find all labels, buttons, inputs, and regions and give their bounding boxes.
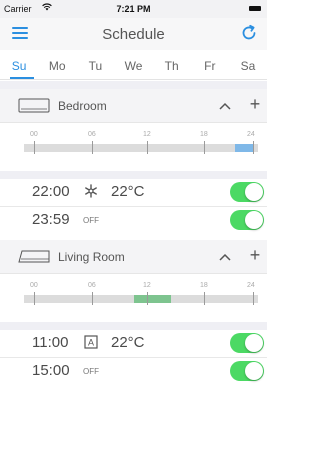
tick-mark bbox=[253, 292, 254, 305]
entry-temperature: 22°C bbox=[111, 183, 145, 200]
air-conditioner-icon bbox=[18, 98, 50, 113]
tick-label: 12 bbox=[143, 131, 151, 138]
entry-off-label: OFF bbox=[83, 367, 99, 376]
tick-label: 18 bbox=[200, 282, 208, 289]
tab-we[interactable]: We bbox=[114, 50, 152, 79]
tick-label: 00 bbox=[30, 282, 38, 289]
tick-label: 00 bbox=[30, 131, 38, 138]
schedule-segment bbox=[134, 295, 171, 303]
clock: 7:21 PM bbox=[116, 4, 151, 14]
tick-label: 06 bbox=[88, 282, 96, 289]
schedule-entry[interactable]: 23:59 OFF bbox=[0, 207, 267, 234]
timeline-bedroom: 00 06 12 18 24 bbox=[0, 123, 267, 171]
auto-mode-icon: A bbox=[84, 335, 98, 349]
tick-mark bbox=[92, 292, 93, 305]
add-schedule-button[interactable]: + bbox=[246, 246, 264, 264]
section-gap bbox=[0, 322, 267, 330]
tick-label: 24 bbox=[247, 131, 255, 138]
page-title: Schedule bbox=[102, 26, 165, 43]
snowflake-icon bbox=[85, 184, 97, 198]
tick-label: 06 bbox=[88, 131, 96, 138]
entry-off-label: OFF bbox=[83, 216, 99, 225]
tab-sa[interactable]: Sa bbox=[229, 50, 267, 79]
toggle-knob bbox=[245, 362, 263, 380]
entry-time: 22:00 bbox=[32, 183, 70, 200]
room-name: Living Room bbox=[58, 250, 125, 264]
toggle-knob bbox=[245, 183, 263, 201]
toggle-knob bbox=[245, 334, 263, 352]
tab-su[interactable]: Su bbox=[0, 50, 38, 79]
entry-time: 11:00 bbox=[32, 334, 69, 351]
section-gap bbox=[0, 81, 267, 89]
section-gap bbox=[0, 171, 267, 179]
day-tabs: Su Mo Tu We Th Fr Sa bbox=[0, 50, 267, 80]
status-bar: Carrier 7:21 PM bbox=[0, 0, 267, 18]
collapse-button[interactable] bbox=[216, 97, 234, 115]
tick-mark bbox=[34, 141, 35, 154]
collapse-button[interactable] bbox=[216, 248, 234, 266]
entry-time: 23:59 bbox=[32, 211, 70, 228]
timeline-living-room: 00 06 12 18 24 bbox=[0, 274, 267, 322]
battery-icon bbox=[249, 6, 261, 11]
entry-toggle[interactable] bbox=[230, 210, 264, 230]
timeline-track bbox=[24, 144, 258, 152]
refresh-button[interactable] bbox=[239, 23, 259, 43]
schedule-segment bbox=[234, 144, 253, 152]
chevron-up-icon bbox=[219, 102, 231, 110]
entry-toggle[interactable] bbox=[230, 361, 264, 381]
tick-label: 24 bbox=[247, 282, 255, 289]
nav-bar: Schedule bbox=[0, 18, 267, 50]
tick-mark bbox=[253, 141, 254, 154]
auto-mode-letter: A bbox=[88, 338, 94, 348]
tick-label: 18 bbox=[200, 131, 208, 138]
entry-toggle[interactable] bbox=[230, 333, 264, 353]
tab-fr[interactable]: Fr bbox=[191, 50, 229, 79]
tick-mark bbox=[204, 141, 205, 154]
tick-mark bbox=[92, 141, 93, 154]
schedule-entry[interactable]: 15:00 OFF bbox=[0, 358, 267, 385]
entry-toggle[interactable] bbox=[230, 182, 264, 202]
entry-time: 15:00 bbox=[32, 362, 70, 379]
toggle-knob bbox=[245, 211, 263, 229]
tick-label: 12 bbox=[143, 282, 151, 289]
tab-mo[interactable]: Mo bbox=[38, 50, 76, 79]
chevron-up-icon bbox=[219, 253, 231, 261]
tab-tu[interactable]: Tu bbox=[76, 50, 114, 79]
air-conditioner-icon bbox=[18, 250, 50, 263]
tab-th[interactable]: Th bbox=[153, 50, 191, 79]
tick-mark bbox=[34, 292, 35, 305]
schedule-entry[interactable]: 22:00 22°C bbox=[0, 179, 267, 206]
refresh-icon bbox=[242, 24, 256, 40]
room-header-bedroom: Bedroom + bbox=[0, 89, 267, 123]
add-schedule-button[interactable]: + bbox=[246, 95, 264, 113]
schedule-entry[interactable]: 11:00 A 22°C bbox=[0, 330, 267, 357]
tick-mark bbox=[204, 292, 205, 305]
entry-temperature: 22°C bbox=[111, 334, 145, 351]
tick-mark bbox=[147, 292, 148, 305]
room-name: Bedroom bbox=[58, 99, 107, 113]
tick-mark bbox=[147, 141, 148, 154]
room-header-living-room: Living Room + bbox=[0, 240, 267, 274]
